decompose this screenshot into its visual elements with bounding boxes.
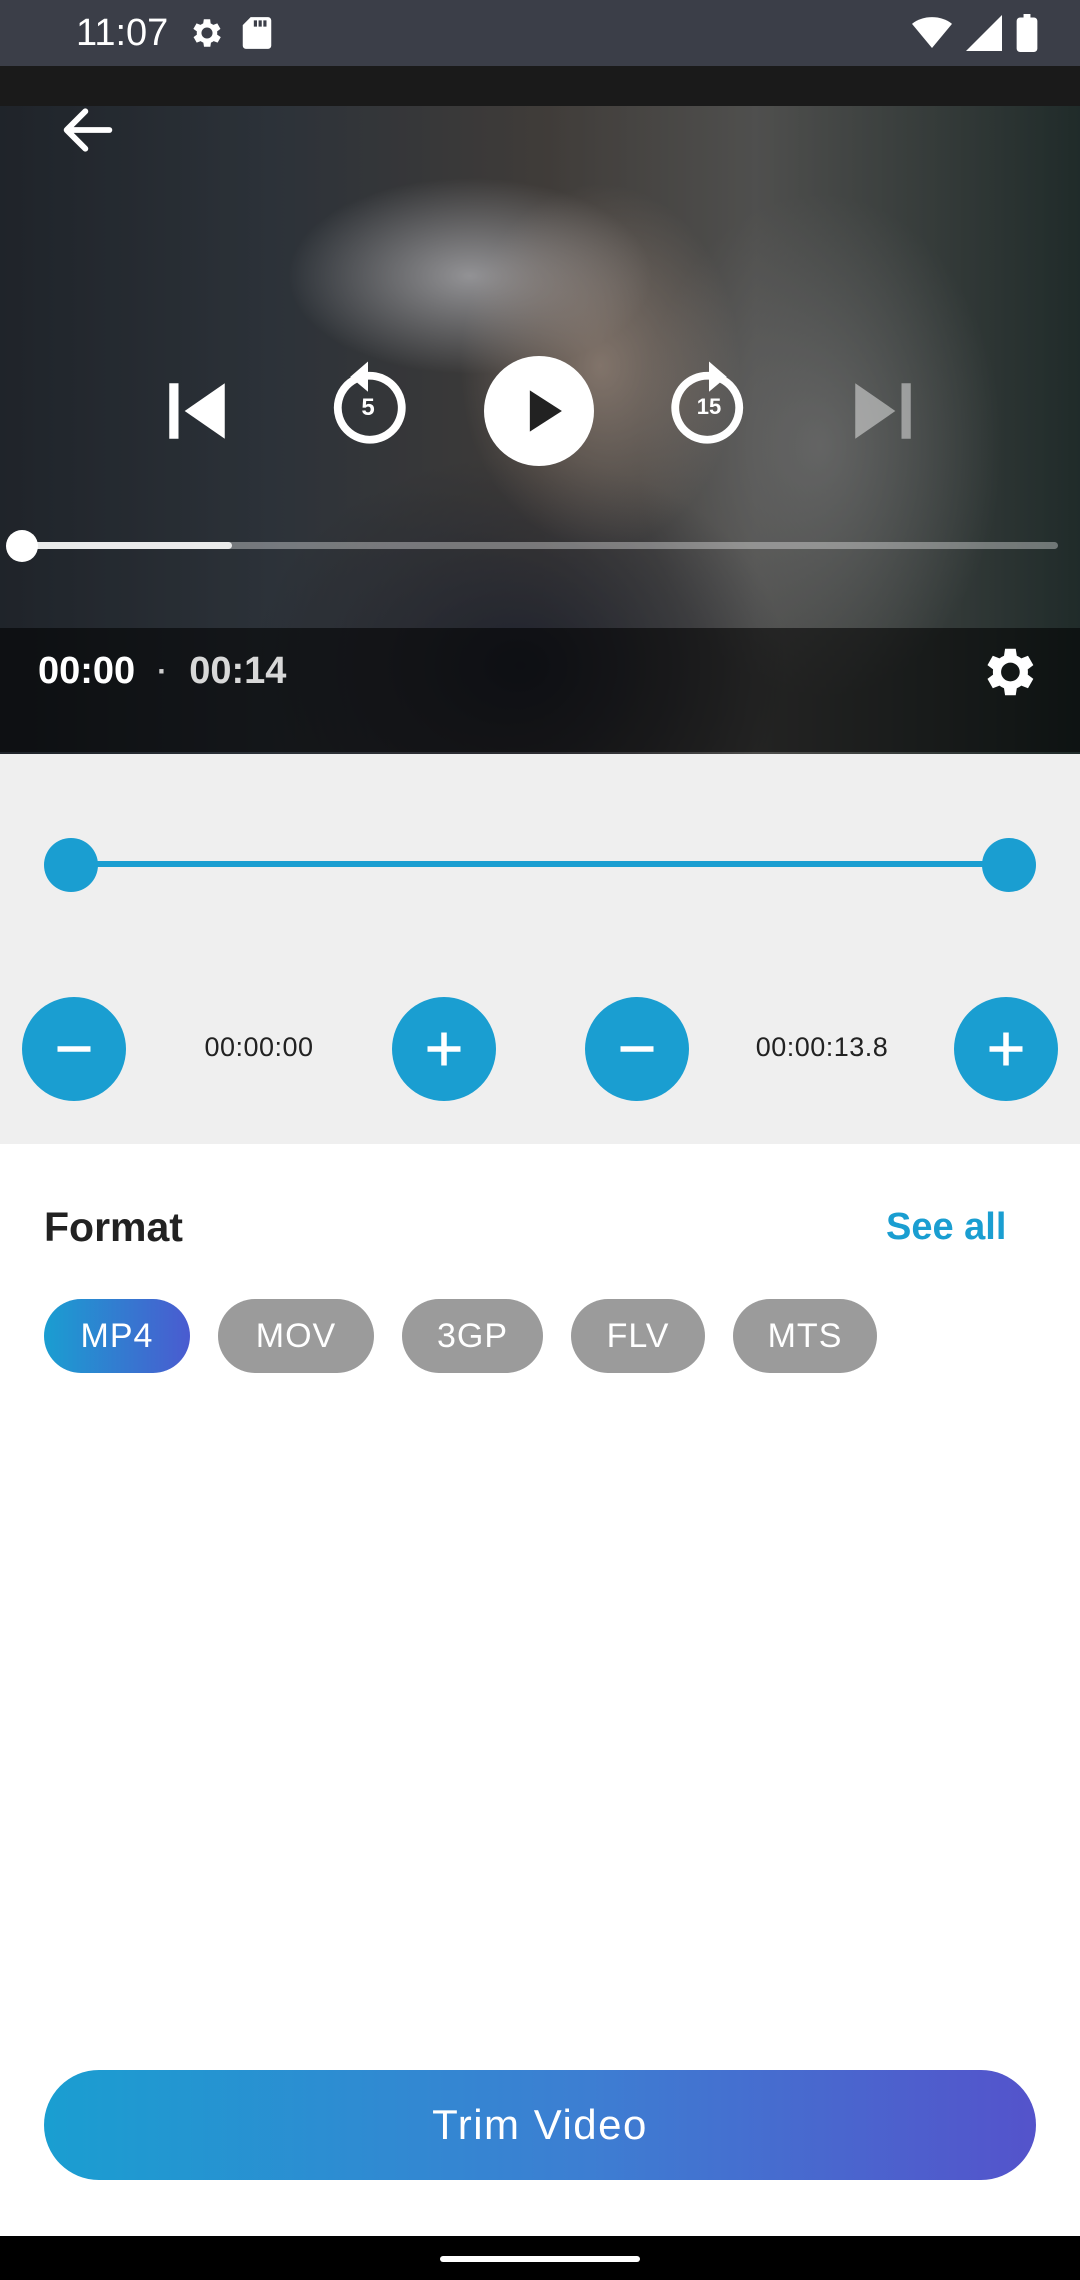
format-chip-3gp[interactable]: 3GP (402, 1299, 543, 1373)
seek-buffered (22, 542, 232, 549)
rewind-seconds: 5 (361, 394, 375, 421)
home-gesture-pill[interactable] (440, 2256, 640, 2262)
format-chip-mov[interactable]: MOV (218, 1299, 374, 1373)
skip-previous-icon[interactable] (160, 374, 234, 448)
status-time: 11:07 (76, 12, 169, 54)
start-increase-button[interactable] (392, 997, 496, 1101)
seek-thumb[interactable] (6, 530, 38, 562)
sd-card-icon (242, 17, 272, 49)
status-left-icons (188, 14, 274, 52)
trim-range-panel: 00:00:00 00:00:13.8 (0, 754, 1080, 1144)
end-decrease-button[interactable] (585, 997, 689, 1101)
format-options: MP4 MOV 3GP FLV MTS (44, 1299, 877, 1373)
trim-range-track[interactable] (70, 861, 1008, 867)
minus-icon (57, 1046, 91, 1052)
format-chip-mp4[interactable]: MP4 (44, 1299, 190, 1373)
trim-video-button[interactable]: Trim Video (44, 2070, 1036, 2180)
plus-icon (427, 1032, 461, 1066)
rewind-button[interactable]: 5 (325, 358, 411, 454)
settings-gear-icon[interactable] (976, 640, 1040, 704)
start-decrease-button[interactable] (22, 997, 126, 1101)
current-time: 00:00 (38, 650, 136, 692)
forward-button[interactable]: 15 (666, 358, 752, 454)
forward-seconds: 15 (696, 394, 722, 419)
battery-icon (1016, 14, 1038, 52)
format-chip-flv[interactable]: FLV (571, 1299, 705, 1373)
see-all-link[interactable]: See all (886, 1206, 1006, 1249)
plus-icon (989, 1032, 1023, 1066)
minus-icon (620, 1046, 654, 1052)
wifi-icon (912, 17, 952, 48)
total-time: 00:14 (189, 650, 287, 692)
status-right-icons (912, 14, 1038, 52)
trim-end-time: 00:00:13.8 (755, 1032, 889, 1062)
gear-icon (193, 19, 221, 47)
trim-end-handle[interactable] (982, 838, 1036, 892)
time-display: 00:00 · 00:14 (38, 650, 286, 693)
format-title: Format (44, 1204, 183, 1250)
back-arrow-icon[interactable] (56, 98, 120, 162)
status-bar: 11:07 (0, 0, 1080, 66)
signal-icon (966, 15, 1002, 51)
end-increase-button[interactable] (954, 997, 1058, 1101)
video-player[interactable]: 5 15 00:00 · 00:14 (0, 66, 1080, 754)
play-icon[interactable] (484, 356, 594, 466)
time-separator: · (157, 654, 168, 688)
trim-start-time: 00:00:00 (204, 1032, 314, 1062)
trim-start-handle[interactable] (44, 838, 98, 892)
skip-next-icon[interactable] (846, 374, 920, 448)
format-chip-mts[interactable]: MTS (733, 1299, 877, 1373)
